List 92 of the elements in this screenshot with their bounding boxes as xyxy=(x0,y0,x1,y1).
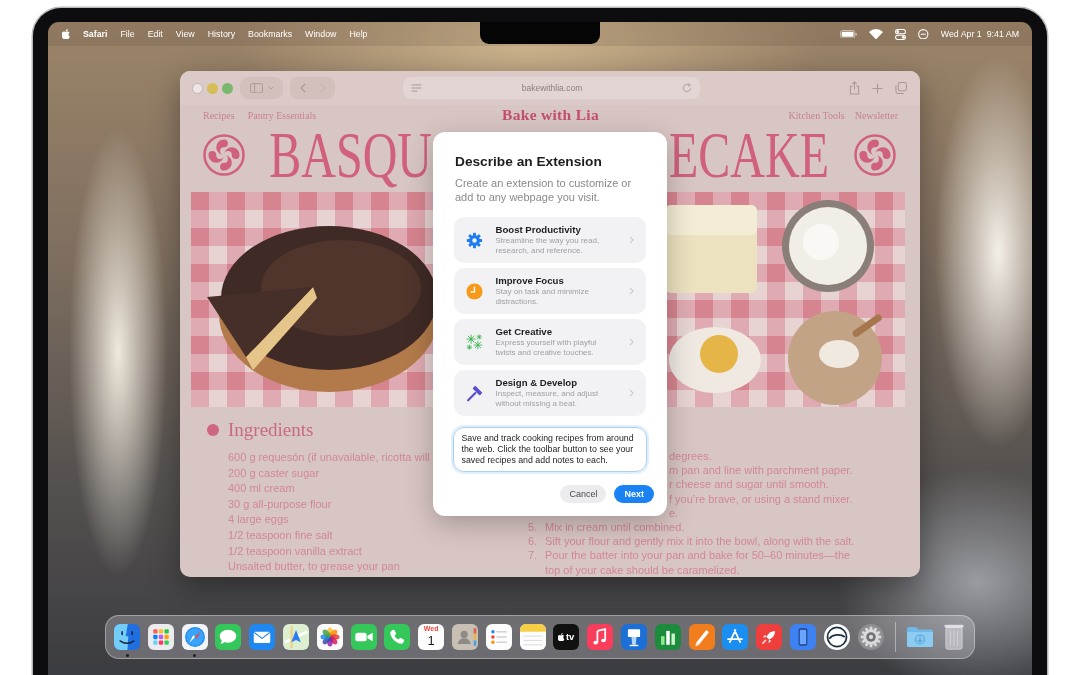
description-field[interactable]: Save and track cooking recipes from around the web. Click the toolbar button to see your saved recipes and add notes to each. xyxy=(453,427,647,472)
checklist-icon[interactable] xyxy=(485,624,512,650)
gear-icon xyxy=(466,231,483,249)
phone-device-icon[interactable] xyxy=(789,624,816,650)
step-number: 7. xyxy=(528,548,539,564)
option-description: Streamline the way you read, research, and reference. xyxy=(495,236,601,256)
swoosh-circle-icon[interactable] xyxy=(823,624,850,650)
envelope-icon[interactable] xyxy=(249,624,276,650)
map-icon[interactable] xyxy=(283,624,309,650)
apple-logo-icon xyxy=(558,632,565,642)
step-text: f you’re brave, or using a stand mixer. xyxy=(669,491,853,506)
option-title: Boost Productivity xyxy=(495,224,582,236)
menu-item[interactable]: Bookmarks xyxy=(248,29,293,39)
podium-icon[interactable] xyxy=(620,624,647,650)
site-title[interactable]: Bake with Lia xyxy=(502,106,599,124)
step-text: Sift your flour and gently mix it into the bowl, along with the salt. xyxy=(545,534,856,549)
app-menu[interactable]: Safari xyxy=(83,29,108,39)
bullet-icon xyxy=(207,424,219,436)
trash-icon[interactable] xyxy=(943,624,964,650)
step-number: 6. xyxy=(528,534,539,549)
step-text: Pour the batter into your pan and bake for 50–60 minutes—the top of your cake should be caramelized. xyxy=(545,548,852,577)
ingredient-item: Unsalted butter, to grease your pan xyxy=(228,559,400,575)
step-text: e. xyxy=(669,505,679,520)
flower-icon[interactable] xyxy=(316,624,343,650)
emblem-icon xyxy=(854,134,896,176)
control-center-icon[interactable] xyxy=(895,28,907,40)
extension-option-card[interactable]: Boost Productivity Streamline the way you read, research, and reference. xyxy=(454,217,646,263)
phone-icon[interactable] xyxy=(384,624,411,650)
option-title: Improve Focus xyxy=(495,275,565,287)
step-number: 5. xyxy=(528,520,539,535)
step-text: m pan and line with parchment paper. xyxy=(669,463,853,478)
option-title: Design & Develop xyxy=(495,377,579,389)
clock-icon xyxy=(466,282,483,300)
settings-icon[interactable] xyxy=(857,624,884,650)
emblem-icon xyxy=(203,134,245,176)
apple-logo-icon[interactable] xyxy=(62,28,70,40)
video-camera-icon[interactable] xyxy=(350,624,377,650)
menu-item[interactable]: Help xyxy=(349,29,368,39)
url-text: bakewithlia.com xyxy=(521,83,583,93)
next-button[interactable]: Next xyxy=(614,485,654,503)
ingredient-item: 30 g all-purpose flour xyxy=(228,496,332,512)
chevron-right-icon xyxy=(629,236,634,244)
smiling-face-icon[interactable] xyxy=(114,624,140,650)
music-note-icon[interactable] xyxy=(587,624,614,650)
ingredient-item: 400 ml cream xyxy=(228,481,295,497)
section-heading: Ingredients xyxy=(228,419,314,441)
ingredient-item: 600 g requesón (if unavailable, ricotta will xyxy=(228,450,430,465)
option-title: Get Creative xyxy=(495,326,554,338)
menu-bar-time[interactable]: 9:41 AM xyxy=(986,29,1019,39)
menu-item[interactable]: Window xyxy=(305,29,337,39)
extension-option-card[interactable]: Get Creative Express yourself with playful twists and creative touches. xyxy=(454,319,646,365)
letter-a-tile-icon[interactable] xyxy=(722,624,749,650)
wifi-icon[interactable] xyxy=(869,28,884,40)
option-description: Express yourself with playful twists and creative touches. xyxy=(495,338,598,358)
calendar-date-text: 1 xyxy=(427,633,435,648)
headline-text: BASQU xyxy=(269,122,432,188)
rocket-icon[interactable] xyxy=(756,624,783,650)
menu-item[interactable]: File xyxy=(120,29,135,39)
option-description: Inspect, measure, and adjust without missing a beat. xyxy=(495,389,600,409)
menu-item[interactable]: Edit xyxy=(147,29,163,39)
ingredient-item: 1/2 teaspoon vanilla extract xyxy=(228,543,362,559)
chevron-right-icon xyxy=(629,338,634,346)
menu-bar-date[interactable]: Wed Apr 1 xyxy=(940,29,982,39)
chevron-right-icon xyxy=(629,287,634,295)
chevron-right-icon xyxy=(629,389,634,397)
cancel-button[interactable]: Cancel xyxy=(560,485,607,503)
menu-item[interactable]: History xyxy=(207,29,236,39)
speech-bubble-icon[interactable] xyxy=(215,624,242,650)
compass-icon[interactable] xyxy=(181,624,208,650)
sidebar-icon xyxy=(249,82,263,94)
extension-option-card[interactable]: Improve Focus Stay on task and minimize distractions. xyxy=(454,268,646,314)
tv-label-text: tv xyxy=(565,631,575,643)
dialog-subtitle: Create an extension to customize or add to any webpage you visit. xyxy=(454,176,633,204)
minus-circle-icon[interactable] xyxy=(918,28,929,40)
bar-chart-icon[interactable] xyxy=(654,624,681,650)
hammer-icon xyxy=(466,384,483,402)
battery-icon[interactable] xyxy=(840,29,858,39)
headline-text: ECAKE xyxy=(669,122,829,188)
ingredient-item: 1/2 teaspoon fine salt xyxy=(228,527,333,543)
tv-dock-item[interactable]: tv xyxy=(553,624,580,650)
option-description: Stay on task and minimize distractions. xyxy=(495,287,590,307)
menu-item[interactable]: View xyxy=(175,29,195,39)
ingredient-item: 4 large eggs xyxy=(228,512,289,528)
dialog-title: Describe an Extension xyxy=(454,153,603,171)
step-text: degrees. xyxy=(669,449,712,464)
extension-option-card[interactable]: Design & Develop Inspect, measure, and adjust without missing a beat. xyxy=(454,370,646,416)
pencil-icon[interactable] xyxy=(688,624,715,650)
app-grid-icon[interactable] xyxy=(147,624,174,650)
notepad-icon[interactable] xyxy=(519,624,546,650)
ingredient-item: 200 g caster sugar xyxy=(228,465,320,481)
sparkles-icon xyxy=(466,333,483,351)
contact-card-icon[interactable] xyxy=(451,624,478,650)
